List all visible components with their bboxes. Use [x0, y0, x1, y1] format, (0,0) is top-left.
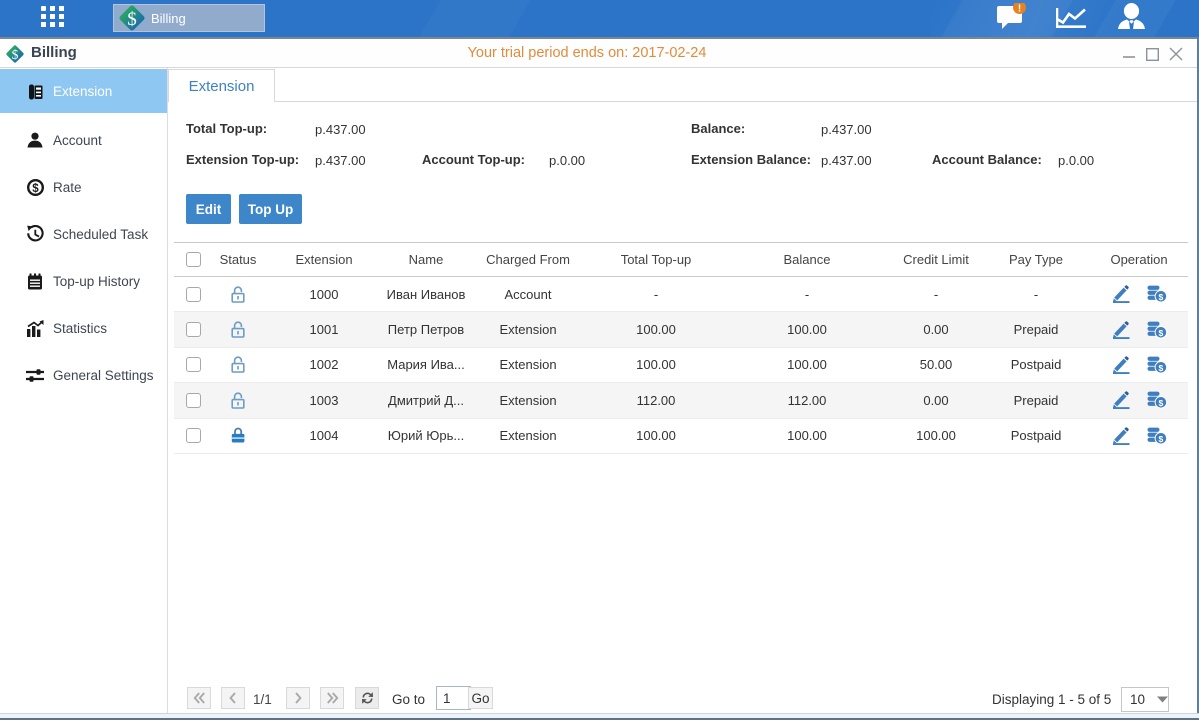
svg-text:!: !	[1018, 4, 1021, 15]
svg-text:$: $	[1158, 328, 1163, 338]
svg-text:$: $	[1158, 292, 1163, 302]
svg-text:$: $	[1158, 434, 1163, 444]
svg-text:$: $	[32, 183, 39, 195]
svg-text:$: $	[127, 9, 137, 30]
svg-text:$: $	[1158, 363, 1163, 373]
svg-text:$: $	[1158, 398, 1163, 408]
